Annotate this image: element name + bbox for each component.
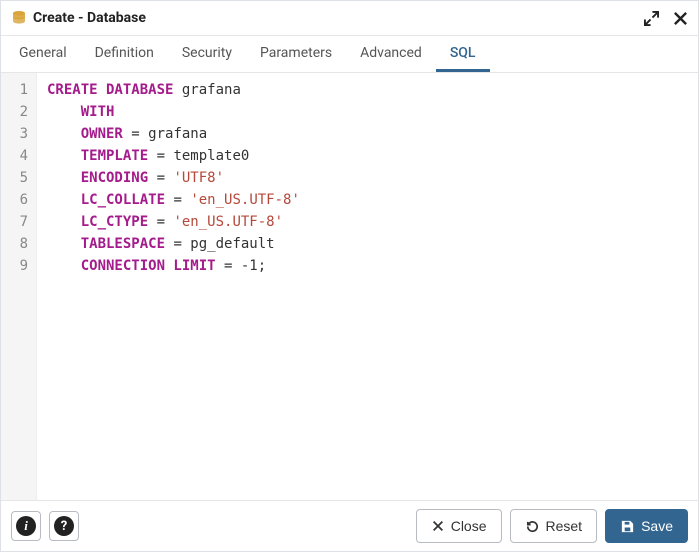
save-button[interactable]: Save [605,509,688,543]
tab-bar: General Definition Security Parameters Advan… [1,35,698,73]
close-icon[interactable] [673,11,688,26]
code-line: OWNER = grafana [47,123,688,145]
expand-icon[interactable] [644,11,659,26]
tab-general[interactable]: General [5,36,81,72]
close-button[interactable]: Close [416,509,502,543]
tab-label: SQL [450,45,476,61]
help-icon: ? [54,516,74,536]
code-line: WITH [47,101,688,123]
tab-security[interactable]: Security [168,36,246,72]
titlebar: Create - Database [1,1,698,35]
tab-label: General [19,45,67,61]
sql-editor[interactable]: 123456789 CREATE DATABASE grafana WITH O… [1,73,698,500]
code-line: LC_COLLATE = 'en_US.UTF-8' [47,189,688,211]
tab-sql[interactable]: SQL [436,36,490,72]
save-button-label: Save [641,518,673,534]
tab-label: Definition [95,45,154,61]
tab-parameters[interactable]: Parameters [246,36,346,72]
dialog-footer: i ? Close Reset Save [1,500,698,551]
close-button-label: Close [451,518,487,534]
reset-button[interactable]: Reset [510,509,598,543]
tab-label: Advanced [360,45,422,61]
code-line: ENCODING = 'UTF8' [47,167,688,189]
sql-code: CREATE DATABASE grafana WITH OWNER = gra… [37,73,698,500]
info-button[interactable]: i [11,511,41,541]
titlebar-actions [644,11,688,26]
info-icon: i [16,516,36,536]
tab-definition[interactable]: Definition [81,36,168,72]
line-gutter: 123456789 [1,73,37,500]
dialog-title: Create - Database [33,10,644,26]
tab-label: Parameters [260,45,332,61]
code-line: LC_CTYPE = 'en_US.UTF-8' [47,211,688,233]
code-line: TABLESPACE = pg_default [47,233,688,255]
code-line: TEMPLATE = template0 [47,145,688,167]
help-button[interactable]: ? [49,511,79,541]
create-database-dialog: Create - Database General Definition Secur… [0,0,699,552]
code-line: CREATE DATABASE grafana [47,79,688,101]
tab-advanced[interactable]: Advanced [346,36,436,72]
reset-button-label: Reset [546,518,583,534]
tab-label: Security [182,45,232,61]
database-icon [11,10,27,26]
code-line: CONNECTION LIMIT = -1; [47,255,688,277]
